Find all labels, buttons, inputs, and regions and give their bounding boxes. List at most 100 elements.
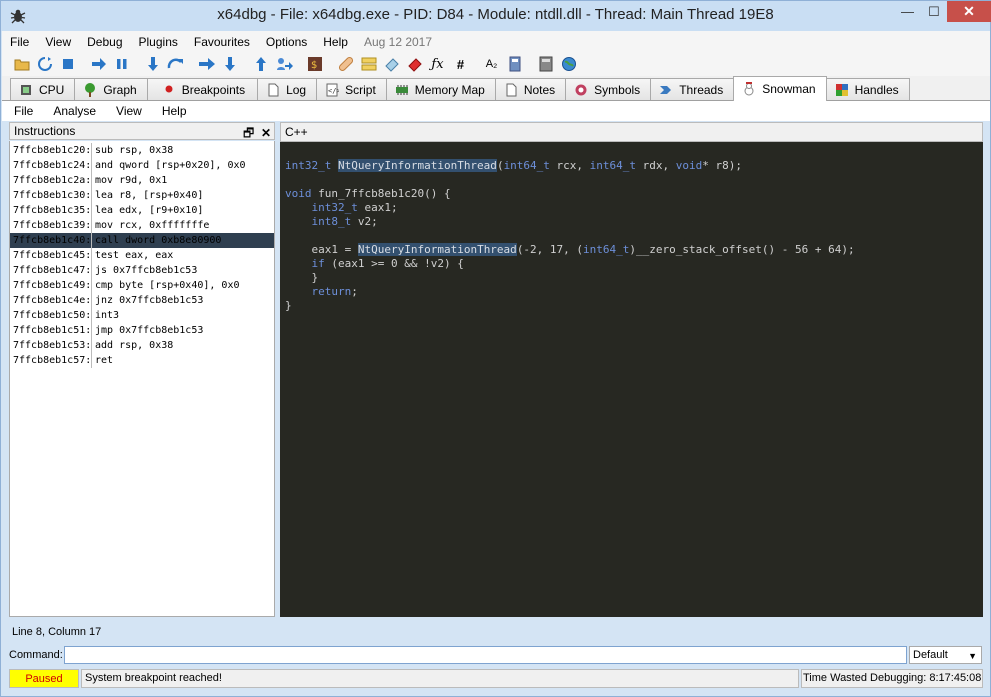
code-line: return;: [285, 285, 983, 299]
minimize-button[interactable]: —: [894, 1, 921, 22]
tab-graph[interactable]: Graph: [74, 78, 148, 100]
strings-icon[interactable]: A₂: [482, 55, 501, 73]
cursor-position: Line 8, Column 17: [12, 626, 102, 638]
instructions-header: Instructions 🗗 ✕: [9, 122, 275, 140]
tab-notes[interactable]: Notes: [494, 78, 567, 100]
instruction-row[interactable]: 7ffcb8eb1c30: lea r8, [rsp+0x40]: [10, 188, 274, 203]
menu-favourites[interactable]: Favourites: [186, 35, 258, 49]
instruction-text: lea r8, [rsp+0x40]: [95, 190, 204, 201]
menu-help[interactable]: Help: [315, 35, 356, 49]
instruction-text: lea edx, [r9+0x10]: [95, 205, 204, 216]
trace-into-icon[interactable]: [197, 55, 216, 73]
command-mode-select[interactable]: Default ▼: [909, 646, 982, 664]
code-text: eax1;: [357, 201, 398, 214]
web-icon[interactable]: [559, 55, 578, 73]
instruction-row[interactable]: 7ffcb8eb1c47: js 0x7ffcb8eb1c53: [10, 263, 274, 278]
command-label: Command:: [9, 649, 63, 661]
labels-icon[interactable]: [382, 55, 401, 73]
snowman-menu-file[interactable]: File: [2, 104, 41, 118]
code-text: (: [496, 159, 504, 172]
tab-log[interactable]: Log: [257, 78, 318, 100]
window-title: x64dbg - File: x64dbg.exe - PID: D84 - M…: [217, 6, 774, 23]
code-keyword: int8_t: [311, 215, 352, 228]
restart-icon[interactable]: [35, 55, 54, 73]
instruction-row[interactable]: 7ffcb8eb1c24: and qword [rsp+0x20], 0x0: [10, 158, 274, 173]
step-into-icon[interactable]: [143, 55, 162, 73]
snowman-menu-help[interactable]: Help: [150, 104, 195, 118]
instruction-row[interactable]: 7ffcb8eb1c2a: mov r9d, 0x1: [10, 173, 274, 188]
instruction-row[interactable]: 7ffcb8eb1c20: sub rsp, 0x38: [10, 143, 274, 158]
code-text: v2;: [351, 215, 378, 228]
menu-debug[interactable]: Debug: [79, 35, 130, 49]
snowman-menu-view[interactable]: View: [104, 104, 150, 118]
close-panel-icon[interactable]: ✕: [261, 126, 271, 140]
tab-symbols[interactable]: Symbols: [565, 78, 652, 100]
undock-icon[interactable]: 🗗: [243, 126, 254, 140]
menu-plugins[interactable]: Plugins: [131, 35, 186, 49]
menu-view[interactable]: View: [37, 35, 79, 49]
pause-icon[interactable]: [112, 55, 131, 73]
maximize-button[interactable]: ☐: [921, 1, 947, 22]
instruction-address: 7ffcb8eb1c2a:: [13, 173, 92, 188]
run-icon[interactable]: [89, 55, 108, 73]
code-line: int32_t NtQueryInformationThread(int64_t…: [285, 159, 983, 173]
instruction-row[interactable]: 7ffcb8eb1c45: test eax, eax: [10, 248, 274, 263]
tab-breakpoints[interactable]: Breakpoints: [146, 78, 259, 100]
menu-file[interactable]: File: [2, 35, 37, 49]
bookmarks-icon[interactable]: [405, 55, 424, 73]
build-date: Aug 12 2017: [363, 34, 433, 49]
code-line: int32_t eax1;: [285, 201, 983, 215]
code-keyword: int64_t: [583, 243, 630, 256]
tab-handles[interactable]: Handles: [825, 78, 910, 100]
instruction-text: int3: [95, 310, 120, 321]
instruction-address: 7ffcb8eb1c45:: [13, 248, 92, 263]
instructions-list[interactable]: 7ffcb8eb1c20: sub rsp, 0x38 7ffcb8eb1c24: a…: [9, 141, 275, 617]
breakpoint-icon: [162, 83, 176, 97]
log-icon: [266, 83, 280, 97]
command-bar: Command: Default ▼: [9, 645, 983, 665]
modules-icon[interactable]: [505, 55, 524, 73]
tab-snowman[interactable]: Snowman: [733, 76, 827, 101]
snowman-menu-analyse[interactable]: Analyse: [41, 104, 104, 118]
open-icon[interactable]: [12, 55, 31, 73]
instruction-row[interactable]: 7ffcb8eb1c35: lea edx, [r9+0x10]: [10, 203, 274, 218]
instruction-row[interactable]: 7ffcb8eb1c57: ret: [10, 353, 274, 368]
instruction-text: call dword 0xb8e80900: [95, 235, 222, 246]
step-over-icon[interactable]: [166, 55, 185, 73]
command-input[interactable]: [64, 646, 907, 664]
calculator-icon[interactable]: [536, 55, 555, 73]
instruction-row[interactable]: 7ffcb8eb1c4e: jnz 0x7ffcb8eb1c53: [10, 293, 274, 308]
tab-cpu[interactable]: CPU: [10, 78, 76, 100]
scylla-icon[interactable]: $: [305, 55, 324, 73]
notes-icon: [504, 83, 518, 97]
execute-till-return-icon[interactable]: [251, 55, 270, 73]
instruction-row[interactable]: 7ffcb8eb1c49: cmp byte [rsp+0x40], 0x0: [10, 278, 274, 293]
run-to-user-code-icon[interactable]: [274, 55, 293, 73]
code-text: (eax1 >= 0 && !v2) {: [324, 257, 464, 270]
code-keyword: void: [285, 187, 312, 200]
variables-icon[interactable]: #: [451, 55, 470, 73]
decompiled-code-view[interactable]: int32_t NtQueryInformationThread(int64_t…: [280, 142, 983, 617]
close-button[interactable]: ✕: [947, 1, 991, 22]
tab-memory-map[interactable]: Memory Map: [385, 78, 496, 100]
patch-icon[interactable]: [336, 55, 355, 73]
functions-icon[interactable]: ƒx: [428, 55, 447, 73]
stop-icon[interactable]: [58, 55, 77, 73]
trace-over-icon[interactable]: [220, 55, 239, 73]
comments-icon[interactable]: [359, 55, 378, 73]
tab-script[interactable]: </> Script: [316, 78, 387, 100]
title-bar[interactable]: x64dbg - File: x64dbg.exe - PID: D84 - M…: [1, 1, 991, 31]
instruction-row[interactable]: 7ffcb8eb1c51: jmp 0x7ffcb8eb1c53: [10, 323, 274, 338]
instruction-row[interactable]: 7ffcb8eb1c50: int3: [10, 308, 274, 323]
tab-threads[interactable]: Threads: [650, 78, 735, 100]
instruction-row[interactable]: 7ffcb8eb1c53: add rsp, 0x38: [10, 338, 274, 353]
instruction-row[interactable]: 7ffcb8eb1c39: mov rcx, 0xfffffffe: [10, 218, 274, 233]
menu-options[interactable]: Options: [258, 35, 315, 49]
instruction-row[interactable]: 7ffcb8eb1c40: call dword 0xb8e80900: [10, 233, 274, 248]
code-keyword: int64_t: [503, 159, 550, 172]
graph-icon: [83, 82, 97, 97]
instruction-text: ret: [95, 355, 114, 366]
